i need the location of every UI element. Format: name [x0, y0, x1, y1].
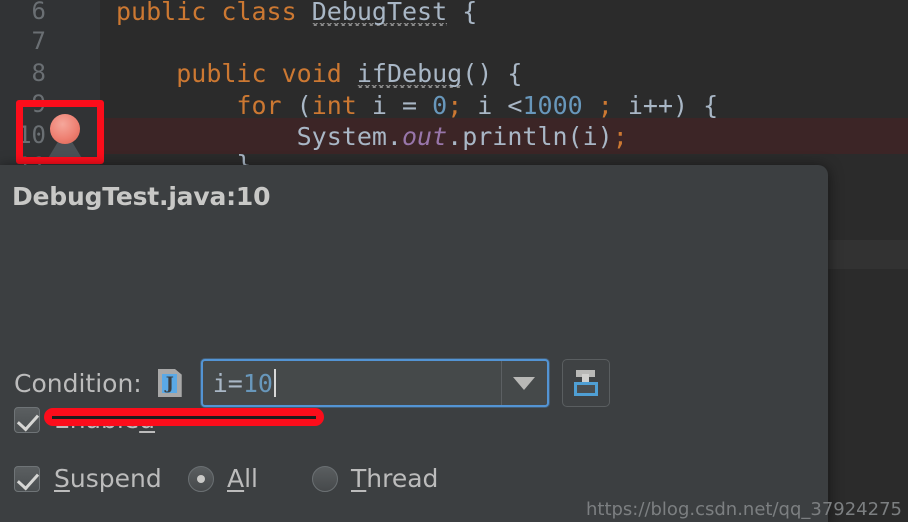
glyph-box [573, 382, 598, 396]
token-keyword: class [221, 0, 297, 26]
java-file-icon: J [157, 369, 182, 397]
annotation-breakpoint-rectangle [16, 100, 104, 164]
condition-value-number: 10 [242, 368, 273, 398]
radio-all-label: All [227, 464, 258, 493]
token-semicolon: ; [582, 91, 613, 120]
suspend-row[interactable]: Suspend [14, 464, 162, 493]
token-var: i < [462, 91, 523, 120]
token-keyword: int [311, 91, 357, 120]
token-keyword: for [236, 91, 282, 120]
token-keyword: public [116, 0, 207, 26]
token-number: 1000 [522, 91, 583, 120]
code-line-8[interactable]: public void ifDebug() { [116, 56, 522, 92]
token-tail: () { [462, 59, 523, 88]
java-file-icon-letter: J [165, 373, 174, 394]
suspend-label-text: uspend [69, 464, 162, 493]
dialog-title: DebugTest.java:10 [12, 182, 271, 211]
enabled-checkbox[interactable] [14, 406, 40, 433]
radio-all-text: ll [244, 464, 259, 493]
suspend-checkbox[interactable] [14, 465, 40, 492]
token-number: 0 [432, 91, 448, 120]
token-var: i++) { [612, 91, 719, 120]
line-number-7: 7 [31, 27, 46, 55]
radio-all[interactable] [188, 465, 214, 492]
chevron-down-icon[interactable] [500, 361, 547, 405]
token-keyword: public [176, 59, 267, 88]
suspend-label: Suspend [54, 464, 162, 493]
radio-thread-text: hread [366, 464, 439, 493]
condition-input[interactable]: i= 10 [203, 361, 501, 405]
token-method-name: ifDebug [356, 59, 463, 88]
watermark: https://blog.csdn.net/qq_37924275 [585, 499, 902, 520]
radio-thread-mnemonic: T [351, 464, 367, 493]
token-call: .println(i) [447, 122, 613, 151]
radio-thread-label: Thread [351, 464, 438, 493]
radio-all-mnemonic: A [227, 464, 245, 493]
token-field: out [401, 122, 448, 151]
token-class-name: DebugTest [311, 0, 448, 26]
radio-thread[interactable] [312, 465, 338, 492]
suspend-thread-option[interactable]: Thread [312, 464, 438, 493]
open-in-editor-icon[interactable] [561, 359, 610, 407]
token-semicolon: ; [612, 122, 628, 151]
breakpoint-settings-dialog: DebugTest.java:10 Enabled Suspend All Th… [0, 165, 828, 522]
token-keyword: void [281, 59, 342, 88]
token-brace: { [462, 0, 478, 26]
token-system: System. [296, 122, 402, 151]
suspend-all-option[interactable]: All [188, 464, 258, 493]
code-line-6[interactable]: public class DebugTest { [116, 0, 477, 30]
screenshot-root: public class DebugTest { public void ifD… [0, 0, 908, 522]
text-caret [273, 369, 276, 397]
suspend-label-mnemonic: S [54, 464, 70, 493]
condition-label: Condition: [14, 368, 142, 398]
token-semicolon: ; [447, 91, 463, 120]
token-var: i = [356, 91, 433, 120]
open-in-editor-glyph [571, 368, 601, 398]
condition-combobox[interactable]: i= 10 [200, 359, 549, 407]
annotation-condition-underline [44, 408, 324, 426]
condition-row: Condition: J i= 10 [14, 359, 610, 407]
token-paren: ( [296, 91, 312, 120]
condition-value-text: i= [212, 368, 243, 398]
